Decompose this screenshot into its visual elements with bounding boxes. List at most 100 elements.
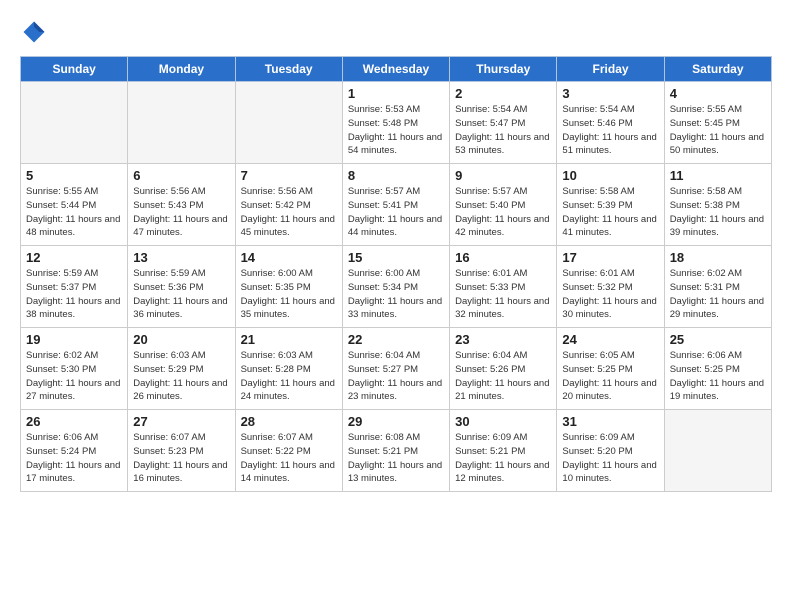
day-info: Sunrise: 5:55 AM Sunset: 5:45 PM Dayligh… — [670, 103, 766, 158]
calendar-table: SundayMondayTuesdayWednesdayThursdayFrid… — [20, 56, 772, 492]
day-number: 13 — [133, 250, 229, 265]
calendar-cell: 6 Sunrise: 5:56 AM Sunset: 5:43 PM Daylig… — [128, 164, 235, 246]
day-number: 2 — [455, 86, 551, 101]
calendar-cell: 27 Sunrise: 6:07 AM Sunset: 5:23 PM Dayli… — [128, 410, 235, 492]
day-info: Sunrise: 5:58 AM Sunset: 5:38 PM Dayligh… — [670, 185, 766, 240]
calendar-cell: 21 Sunrise: 6:03 AM Sunset: 5:28 PM Dayli… — [235, 328, 342, 410]
calendar-cell: 29Sunrise: 6:08 AM Sunset: 5:21 PM Dayli… — [342, 410, 449, 492]
calendar-cell: 10 Sunrise: 5:58 AM Sunset: 5:39 PM Dayli… — [557, 164, 664, 246]
page: SundayMondayTuesdayWednesdayThursdayFrid… — [0, 0, 792, 612]
logo — [20, 18, 52, 46]
day-number: 31 — [562, 414, 658, 429]
day-info: Sunrise: 5:56 AM Sunset: 5:43 PM Dayligh… — [133, 185, 229, 240]
weekday-header-tuesday: Tuesday — [235, 57, 342, 82]
day-info: Sunrise: 6:00 AM Sunset: 5:35 PM Dayligh… — [241, 267, 337, 322]
calendar-cell: 15 Sunrise: 6:00 AM Sunset: 5:34 PM Dayli… — [342, 246, 449, 328]
calendar-cell: 25 Sunrise: 6:06 AM Sunset: 5:25 PM Dayli… — [664, 328, 771, 410]
day-number: 3 — [562, 86, 658, 101]
day-number: 7 — [241, 168, 337, 183]
day-number: 21 — [241, 332, 337, 347]
calendar-week-row-5: 26Sunrise: 6:06 AM Sunset: 5:24 PM Dayli… — [21, 410, 772, 492]
logo-icon — [20, 18, 48, 46]
day-number: 16 — [455, 250, 551, 265]
day-number: 30 — [455, 414, 551, 429]
calendar-cell: 14 Sunrise: 6:00 AM Sunset: 5:35 PM Dayli… — [235, 246, 342, 328]
calendar-cell — [235, 82, 342, 164]
day-number: 18 — [670, 250, 766, 265]
day-number: 4 — [670, 86, 766, 101]
day-info: Sunrise: 6:01 AM Sunset: 5:32 PM Dayligh… — [562, 267, 658, 322]
day-number: 5 — [26, 168, 122, 183]
day-info: Sunrise: 6:01 AM Sunset: 5:33 PM Dayligh… — [455, 267, 551, 322]
calendar-cell: 22 Sunrise: 6:04 AM Sunset: 5:27 PM Dayli… — [342, 328, 449, 410]
weekday-header-friday: Friday — [557, 57, 664, 82]
calendar-cell: 3 Sunrise: 5:54 AM Sunset: 5:46 PM Daylig… — [557, 82, 664, 164]
day-number: 22 — [348, 332, 444, 347]
day-info: Sunrise: 5:54 AM Sunset: 5:47 PM Dayligh… — [455, 103, 551, 158]
day-info: Sunrise: 5:59 AM Sunset: 5:37 PM Dayligh… — [26, 267, 122, 322]
day-number: 9 — [455, 168, 551, 183]
calendar-cell — [21, 82, 128, 164]
calendar-cell — [128, 82, 235, 164]
day-info: Sunrise: 5:55 AM Sunset: 5:44 PM Dayligh… — [26, 185, 122, 240]
calendar-cell: 28Sunrise: 6:07 AM Sunset: 5:22 PM Dayli… — [235, 410, 342, 492]
calendar-cell: 5 Sunrise: 5:55 AM Sunset: 5:44 PM Daylig… — [21, 164, 128, 246]
day-info: Sunrise: 6:02 AM Sunset: 5:31 PM Dayligh… — [670, 267, 766, 322]
calendar-cell: 31 Sunrise: 6:09 AM Sunset: 5:20 PM Dayli… — [557, 410, 664, 492]
day-info: Sunrise: 6:00 AM Sunset: 5:34 PM Dayligh… — [348, 267, 444, 322]
weekday-header-saturday: Saturday — [664, 57, 771, 82]
day-info: Sunrise: 6:04 AM Sunset: 5:26 PM Dayligh… — [455, 349, 551, 404]
day-number: 27 — [133, 414, 229, 429]
day-info: Sunrise: 5:54 AM Sunset: 5:46 PM Dayligh… — [562, 103, 658, 158]
day-info: Sunrise: 6:09 AM Sunset: 5:21 PM Dayligh… — [455, 431, 551, 486]
weekday-header-row: SundayMondayTuesdayWednesdayThursdayFrid… — [21, 57, 772, 82]
day-info: Sunrise: 6:07 AM Sunset: 5:23 PM Dayligh… — [133, 431, 229, 486]
calendar-cell: 2 Sunrise: 5:54 AM Sunset: 5:47 PM Daylig… — [450, 82, 557, 164]
day-info: Sunrise: 6:09 AM Sunset: 5:20 PM Dayligh… — [562, 431, 658, 486]
day-info: Sunrise: 6:05 AM Sunset: 5:25 PM Dayligh… — [562, 349, 658, 404]
calendar-week-row-3: 12Sunrise: 5:59 AM Sunset: 5:37 PM Dayli… — [21, 246, 772, 328]
day-info: Sunrise: 5:57 AM Sunset: 5:41 PM Dayligh… — [348, 185, 444, 240]
day-number: 26 — [26, 414, 122, 429]
calendar-cell: 17Sunrise: 6:01 AM Sunset: 5:32 PM Dayli… — [557, 246, 664, 328]
day-info: Sunrise: 6:06 AM Sunset: 5:25 PM Dayligh… — [670, 349, 766, 404]
day-number: 10 — [562, 168, 658, 183]
calendar-cell: 7 Sunrise: 5:56 AM Sunset: 5:42 PM Daylig… — [235, 164, 342, 246]
day-info: Sunrise: 5:56 AM Sunset: 5:42 PM Dayligh… — [241, 185, 337, 240]
day-number: 28 — [241, 414, 337, 429]
day-number: 20 — [133, 332, 229, 347]
day-number: 1 — [348, 86, 444, 101]
day-info: Sunrise: 6:03 AM Sunset: 5:29 PM Dayligh… — [133, 349, 229, 404]
day-info: Sunrise: 5:59 AM Sunset: 5:36 PM Dayligh… — [133, 267, 229, 322]
day-info: Sunrise: 5:57 AM Sunset: 5:40 PM Dayligh… — [455, 185, 551, 240]
calendar-cell: 30 Sunrise: 6:09 AM Sunset: 5:21 PM Dayli… — [450, 410, 557, 492]
day-number: 14 — [241, 250, 337, 265]
calendar-cell: 26Sunrise: 6:06 AM Sunset: 5:24 PM Dayli… — [21, 410, 128, 492]
weekday-header-sunday: Sunday — [21, 57, 128, 82]
day-number: 25 — [670, 332, 766, 347]
day-number: 19 — [26, 332, 122, 347]
weekday-header-wednesday: Wednesday — [342, 57, 449, 82]
day-number: 29 — [348, 414, 444, 429]
day-number: 24 — [562, 332, 658, 347]
calendar-cell: 11 Sunrise: 5:58 AM Sunset: 5:38 PM Dayli… — [664, 164, 771, 246]
day-info: Sunrise: 6:04 AM Sunset: 5:27 PM Dayligh… — [348, 349, 444, 404]
calendar-week-row-1: 1Sunrise: 5:53 AM Sunset: 5:48 PM Daylig… — [21, 82, 772, 164]
day-info: Sunrise: 6:03 AM Sunset: 5:28 PM Dayligh… — [241, 349, 337, 404]
day-number: 11 — [670, 168, 766, 183]
calendar-cell: 16 Sunrise: 6:01 AM Sunset: 5:33 PM Dayli… — [450, 246, 557, 328]
calendar-cell: 4 Sunrise: 5:55 AM Sunset: 5:45 PM Daylig… — [664, 82, 771, 164]
calendar-cell — [664, 410, 771, 492]
calendar-week-row-2: 5 Sunrise: 5:55 AM Sunset: 5:44 PM Daylig… — [21, 164, 772, 246]
weekday-header-monday: Monday — [128, 57, 235, 82]
calendar-week-row-4: 19 Sunrise: 6:02 AM Sunset: 5:30 PM Dayli… — [21, 328, 772, 410]
day-info: Sunrise: 6:02 AM Sunset: 5:30 PM Dayligh… — [26, 349, 122, 404]
calendar-cell: 12Sunrise: 5:59 AM Sunset: 5:37 PM Dayli… — [21, 246, 128, 328]
day-info: Sunrise: 5:58 AM Sunset: 5:39 PM Dayligh… — [562, 185, 658, 240]
day-number: 6 — [133, 168, 229, 183]
calendar-cell: 20 Sunrise: 6:03 AM Sunset: 5:29 PM Dayli… — [128, 328, 235, 410]
calendar-cell: 13 Sunrise: 5:59 AM Sunset: 5:36 PM Dayli… — [128, 246, 235, 328]
calendar-cell: 1Sunrise: 5:53 AM Sunset: 5:48 PM Daylig… — [342, 82, 449, 164]
header — [20, 18, 772, 46]
day-number: 15 — [348, 250, 444, 265]
